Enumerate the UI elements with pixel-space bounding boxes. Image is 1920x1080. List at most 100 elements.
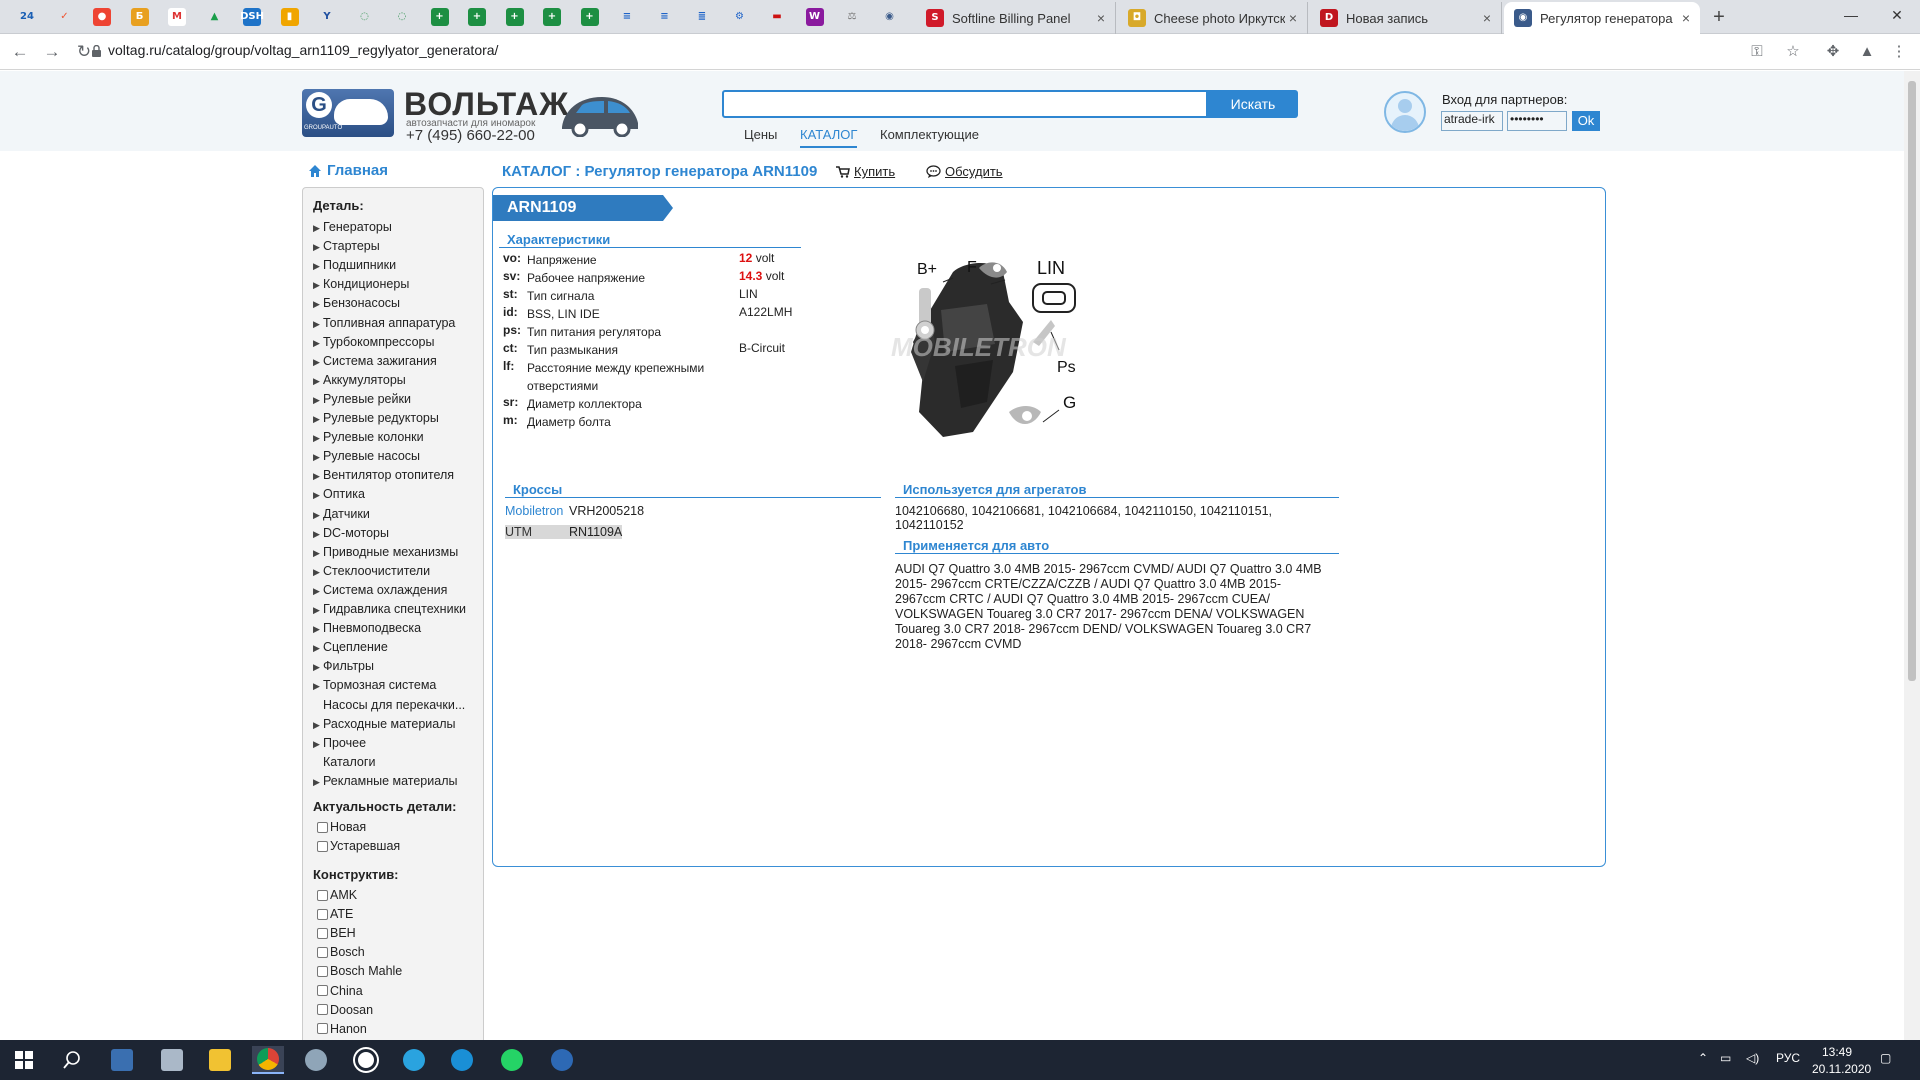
pinned-tab[interactable]: ◌ <box>352 5 378 29</box>
sidebar-item[interactable]: ▶ Система охлаждения <box>313 583 447 597</box>
sidebar-item[interactable]: ▶ Расходные материалы <box>313 717 456 731</box>
sidebar-item[interactable]: ▶ Кондиционеры <box>313 277 409 291</box>
minimize-button[interactable]: — <box>1828 0 1874 30</box>
new-tab-button[interactable]: + <box>1706 6 1732 28</box>
constructive-checkbox[interactable]: AMK <box>317 888 357 902</box>
notifications-icon[interactable]: ▢ <box>1880 1051 1891 1065</box>
pinned-tab[interactable]: ▲ <box>202 5 228 29</box>
search-taskbar-button[interactable] <box>56 1046 88 1074</box>
pinned-tab[interactable]: ▮ <box>277 5 303 29</box>
pinned-tab[interactable]: ✓ <box>52 5 78 29</box>
sidebar-item[interactable]: ▶ Фильтры <box>313 659 374 673</box>
pinned-tab[interactable]: ⚖ <box>839 5 865 29</box>
browser-tab[interactable]: ◘ Cheese photo Иркутск × <box>1118 2 1308 34</box>
relevance-checkbox[interactable]: Новая <box>317 820 366 834</box>
sidebar-item[interactable]: ▶ Стеклоочистители <box>313 564 430 578</box>
pinned-tab[interactable]: ≡ <box>614 5 640 29</box>
constructive-checkbox[interactable]: Bosch Mahle <box>317 964 402 978</box>
pinned-tab[interactable]: + <box>577 5 603 29</box>
sidebar-item[interactable]: ▶ Подшипники <box>313 258 396 272</box>
sidebar-item[interactable]: ▶ DC-моторы <box>313 526 389 540</box>
extension-icon[interactable]: ▲ <box>1856 42 1878 62</box>
buy-link[interactable]: Купить <box>836 164 895 179</box>
sidebar-item[interactable]: ▶ Приводные механизмы <box>313 545 458 559</box>
checkbox[interactable] <box>317 985 328 996</box>
pinned-tab[interactable]: M <box>164 5 190 29</box>
pinned-tab[interactable]: ≣ <box>689 5 715 29</box>
key-icon[interactable]: ⚿ <box>1746 42 1768 62</box>
pinned-tab[interactable]: + <box>464 5 490 29</box>
sidebar-item[interactable]: ▶ Тормозная система <box>313 678 436 692</box>
taskbar-explorer[interactable] <box>204 1046 236 1074</box>
sidebar-item[interactable]: ▶ Бензонасосы <box>313 296 400 310</box>
sidebar-item[interactable]: ▶ Прочее <box>313 736 366 750</box>
sidebar-item[interactable]: ▶ Рулевые рейки <box>313 392 411 406</box>
taskbar-chrome[interactable] <box>252 1046 284 1074</box>
nav-catalog[interactable]: КАТАЛОГ <box>800 127 858 148</box>
taskbar-app-1[interactable] <box>106 1046 138 1074</box>
page-scrollbar[interactable] <box>1904 71 1920 1040</box>
sidebar-item[interactable]: ▶ Вентилятор отопителя <box>313 468 454 482</box>
nav-components[interactable]: Комплектующие <box>880 127 979 142</box>
network-icon[interactable]: ▭ <box>1720 1051 1731 1065</box>
close-tab-icon[interactable]: × <box>1678 10 1694 26</box>
sidebar-item[interactable]: Насосы для перекачки... <box>323 698 465 712</box>
start-button[interactable] <box>8 1046 40 1074</box>
url-field[interactable]: voltag.ru/catalog/group/voltag_arn1109_r… <box>108 42 498 58</box>
search-button[interactable]: Искать <box>1208 90 1298 118</box>
menu-icon[interactable]: ⋮ <box>1888 42 1910 62</box>
nav-prices[interactable]: Цены <box>744 127 777 142</box>
pinned-tab[interactable]: ≡ <box>652 5 678 29</box>
sidebar-item[interactable]: ▶ Топливная аппаратура <box>313 316 455 330</box>
site-logo[interactable]: G GROUPAUTO ВОЛЬТАЖ автозапчасти для ино… <box>302 86 642 144</box>
sidebar-item[interactable]: ▶ Рекламные материалы <box>313 774 457 788</box>
constructive-checkbox[interactable]: BEH <box>317 926 356 940</box>
pinned-tab[interactable]: ● <box>89 5 115 29</box>
password-input[interactable]: •••••••• <box>1507 111 1567 131</box>
close-window-button[interactable]: ✕ <box>1874 0 1920 30</box>
checkbox[interactable] <box>317 965 328 977</box>
language-indicator[interactable]: РУС <box>1776 1051 1800 1065</box>
constructive-checkbox[interactable]: ATE <box>317 907 353 921</box>
checkbox[interactable] <box>317 821 328 833</box>
pinned-tab[interactable]: ⚙ <box>727 5 753 29</box>
tray-chevron-icon[interactable]: ⌃ <box>1698 1051 1708 1065</box>
pinned-tab[interactable]: + <box>539 5 565 29</box>
pinned-tab[interactable]: Б <box>127 5 153 29</box>
clock-date[interactable]: 20.11.2020 <box>1812 1062 1871 1076</box>
home-link[interactable]: Главная <box>308 162 388 179</box>
sidebar-item[interactable]: ▶ Стартеры <box>313 239 380 253</box>
taskbar-app-5[interactable] <box>300 1046 332 1074</box>
constructive-checkbox[interactable]: Doosan <box>317 1003 373 1017</box>
sidebar-item[interactable]: ▶ Турбокомпрессоры <box>313 335 434 349</box>
pinned-tab[interactable]: + <box>502 5 528 29</box>
close-tab-icon[interactable]: × <box>1093 10 1109 26</box>
pinned-tab[interactable]: ◉ <box>877 5 903 29</box>
checkbox[interactable] <box>317 889 328 901</box>
back-button[interactable]: ← <box>8 41 32 63</box>
checkbox[interactable] <box>317 946 328 958</box>
close-tab-icon[interactable]: × <box>1285 10 1301 26</box>
sidebar-item[interactable]: ▶ Аккумуляторы <box>313 373 406 387</box>
sidebar-item[interactable]: ▶ Генераторы <box>313 220 392 234</box>
pinned-tab[interactable]: + <box>427 5 453 29</box>
bookmark-star-icon[interactable]: ☆ <box>1782 42 1804 62</box>
scroll-thumb[interactable] <box>1908 81 1916 681</box>
taskbar-app-2[interactable] <box>156 1046 188 1074</box>
checkbox[interactable] <box>317 1004 328 1016</box>
sidebar-item[interactable]: Каталоги <box>323 755 375 769</box>
sidebar-item[interactable]: ▶ Система зажигания <box>313 354 437 368</box>
browser-tab[interactable]: S Softline Billing Panel × <box>916 2 1116 34</box>
extensions-icon[interactable]: ✥ <box>1822 42 1844 62</box>
sidebar-item[interactable]: ▶ Датчики <box>313 507 370 521</box>
discuss-link[interactable]: Обсудить <box>926 164 1003 179</box>
constructive-checkbox[interactable]: China <box>317 984 363 998</box>
sidebar-item[interactable]: ▶ Оптика <box>313 487 365 501</box>
sidebar-item[interactable]: ▶ Пневмоподвеска <box>313 621 421 635</box>
login-input[interactable]: atrade-irk <box>1441 111 1503 131</box>
checkbox[interactable] <box>317 1023 328 1035</box>
relevance-checkbox[interactable]: Устаревшая <box>317 839 400 853</box>
checkbox[interactable] <box>317 927 328 939</box>
taskbar-app-6[interactable] <box>350 1046 382 1074</box>
browser-tab[interactable]: D Новая запись × <box>1310 2 1502 34</box>
